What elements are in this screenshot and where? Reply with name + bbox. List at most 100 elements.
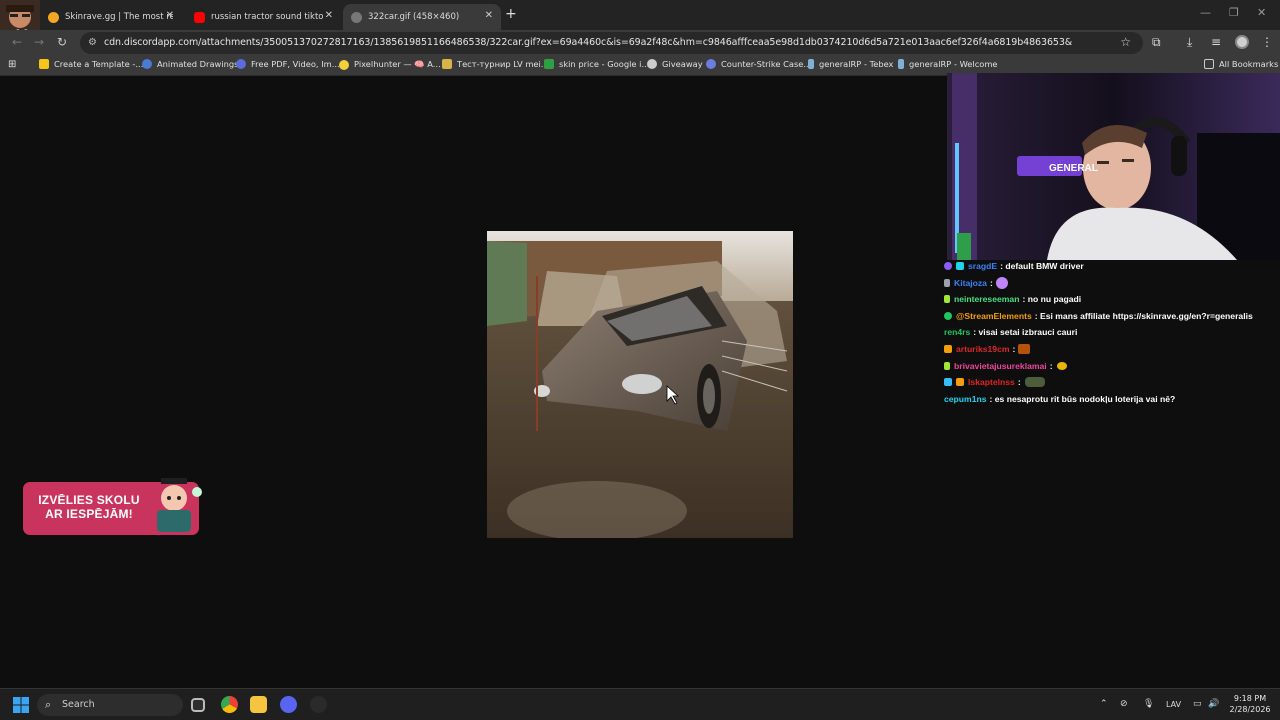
chat-message: ren4rs : visai setai izbrauci cauri (944, 324, 1077, 340)
chat-text: : (1049, 361, 1053, 371)
taskbar-search[interactable]: ⌕ Search (37, 694, 183, 716)
download-icon[interactable]: ⤓ (1187, 35, 1192, 50)
bookmark-item[interactable]: Counter-Strike Case... (706, 59, 811, 69)
app-icon[interactable] (310, 696, 327, 713)
bookmark-item[interactable]: generalRP - Tebex (808, 59, 893, 69)
bookmark-favicon-icon (706, 59, 716, 69)
file-explorer-icon[interactable] (250, 696, 267, 713)
close-icon[interactable]: ✕ (166, 10, 174, 21)
volume-icon[interactable]: 🔊 (1208, 699, 1219, 709)
chat-username[interactable]: cepum1ns (944, 394, 987, 404)
chat-message: Iskaptelnss : (944, 374, 1049, 390)
youtube-favicon-icon (194, 11, 205, 23)
chat-username[interactable]: @StreamElements (956, 311, 1032, 321)
bookmark-star-icon[interactable]: ☆ (1120, 35, 1131, 49)
chat-text: : es nesaprotu rit būs nodokļu loterija … (989, 394, 1176, 404)
bookmark-label: generalRP - Tebex (819, 59, 894, 69)
chat-username[interactable]: arturiks19cm (956, 344, 1010, 354)
chat-text: : (1017, 377, 1021, 387)
chat-username[interactable]: brivavietajusureklamai (954, 361, 1047, 371)
back-icon[interactable]: ← (12, 35, 22, 49)
bookmark-item[interactable]: skin price - Google i... (544, 59, 649, 69)
mascot-icon (157, 478, 202, 532)
clock-date: 2/28/2026 (1229, 705, 1271, 714)
bookmark-item[interactable]: Тест-турнир LV mei... (442, 59, 549, 69)
address-bar[interactable]: ⚙ cdn.discordapp.com/attachments/3500513… (80, 32, 1143, 54)
discord-icon[interactable] (280, 696, 297, 713)
maximize-icon[interactable]: ❐ (1229, 6, 1239, 19)
webcam-sign-text: GENERAL (1049, 163, 1098, 174)
chrome-icon[interactable] (221, 696, 238, 713)
chat-message: cepum1ns : es nesaprotu rit būs nodokļu … (944, 391, 1175, 407)
chat-username[interactable]: neintereseeman (954, 294, 1019, 304)
chat-text: : default BMW driver (1000, 261, 1084, 271)
chat-username[interactable]: ren4rs (944, 327, 970, 337)
bookmark-label: Counter-Strike Case... (721, 59, 812, 69)
bookmark-favicon-icon (236, 59, 246, 69)
bookmark-label: Animated Drawings (157, 59, 239, 69)
bookmark-favicon-icon (142, 59, 152, 69)
car-gif-image[interactable] (487, 231, 793, 538)
bookmark-favicon-icon (544, 59, 554, 69)
microphone-icon[interactable]: 🎙 (1143, 699, 1154, 709)
bookmark-label: Create a Template -... (54, 59, 144, 69)
tab-youtube[interactable]: russian tractor sound tiktok me ✕ (186, 4, 341, 30)
taskbar: ⌕ Search ⌃ ⊘ 🎙 LAV ▭ 🔊 9:18 PM 2/28/2026 (0, 688, 1280, 720)
navigation-bar: ← → ↻ ⚙ cdn.discordapp.com/attachments/3… (0, 30, 1280, 56)
extensions-icon[interactable]: ⧉ (1152, 35, 1161, 50)
profile-avatar[interactable] (1235, 35, 1249, 49)
display-icon[interactable]: ▭ (1193, 699, 1202, 709)
url-text[interactable]: cdn.discordapp.com/attachments/350051370… (104, 37, 1072, 48)
system-clock[interactable]: 9:18 PM 2/28/2026 (1227, 693, 1273, 715)
language-indicator[interactable]: LAV (1166, 700, 1181, 709)
screen: Skinrave.gg | The most rewardi ✕ russian… (0, 0, 1280, 720)
bookmark-favicon-icon (339, 59, 349, 70)
tray-chevron-icon[interactable]: ⌃ (1100, 699, 1108, 709)
close-icon[interactable]: ✕ (485, 10, 493, 21)
minimize-icon[interactable]: — (1200, 6, 1211, 19)
badge-icon (956, 378, 964, 386)
bookmark-item[interactable]: Free PDF, Video, Im... (236, 59, 340, 69)
chat-message: neintereseeman : no nu pagadi (944, 291, 1081, 307)
promo-sticker: IZVĒLIES SKOLU AR IESPĒJĀM! (23, 478, 202, 535)
bookmark-item[interactable]: Pixelhunter — 🧠 A... (339, 59, 441, 70)
emote-icon (1018, 344, 1031, 354)
windows-start-icon[interactable] (13, 697, 29, 713)
chat-username[interactable]: sragdE (968, 261, 997, 271)
clock-time: 9:18 PM (1233, 694, 1267, 703)
menu-icon[interactable]: ⋮ (1261, 35, 1273, 49)
site-info-icon[interactable]: ⚙ (88, 37, 97, 48)
chat-message: Kitajoza : (944, 275, 1012, 291)
bookmark-item[interactable]: generalRP - Welcome (898, 59, 998, 69)
reload-icon[interactable]: ↻ (57, 35, 67, 49)
bookmark-favicon-icon (442, 59, 452, 69)
search-icon: ⌕ (45, 698, 52, 711)
apps-grid-icon[interactable]: ⊞ (8, 59, 16, 70)
chat-message: sragdE : default BMW driver (944, 258, 1084, 274)
bookmark-favicon-icon (898, 59, 904, 69)
chat-username[interactable]: Iskaptelnss (968, 377, 1015, 387)
emote-icon (995, 277, 1008, 289)
close-icon[interactable]: ✕ (325, 10, 333, 21)
network-icon[interactable]: ⊘ (1120, 699, 1128, 709)
tab-skinrave[interactable]: Skinrave.gg | The most rewardi ✕ (40, 4, 182, 30)
chat-text: : visai setai izbrauci cauri (973, 327, 1078, 337)
bookmark-item[interactable]: Animated Drawings (142, 59, 239, 69)
chat-text: : no nu pagadi (1022, 294, 1082, 304)
search-placeholder: Search (62, 699, 95, 710)
verified-badge-icon (944, 312, 952, 320)
emote-icon (1056, 362, 1067, 370)
chat-message: brivavietajusureklamai : (944, 358, 1071, 374)
new-tab-button[interactable]: + (505, 6, 517, 22)
bookmark-label: Pixelhunter — 🧠 A... (354, 59, 441, 69)
forward-icon[interactable]: → (34, 35, 44, 49)
all-bookmarks[interactable]: All Bookmarks (1204, 59, 1278, 69)
tab-gif[interactable]: 322car.gif (458×460) ✕ (343, 4, 501, 30)
media-controls-icon[interactable]: ≡ (1211, 35, 1221, 49)
bookmark-item[interactable]: Giveaway (647, 59, 703, 69)
chat-username[interactable]: Kitajoza (954, 278, 987, 288)
close-window-icon[interactable]: ✕ (1257, 6, 1266, 19)
task-view-icon[interactable] (191, 698, 205, 712)
chat-message: @StreamElements : Esi mans affiliate htt… (944, 308, 1253, 324)
bookmark-item[interactable]: Create a Template -... (39, 59, 143, 69)
